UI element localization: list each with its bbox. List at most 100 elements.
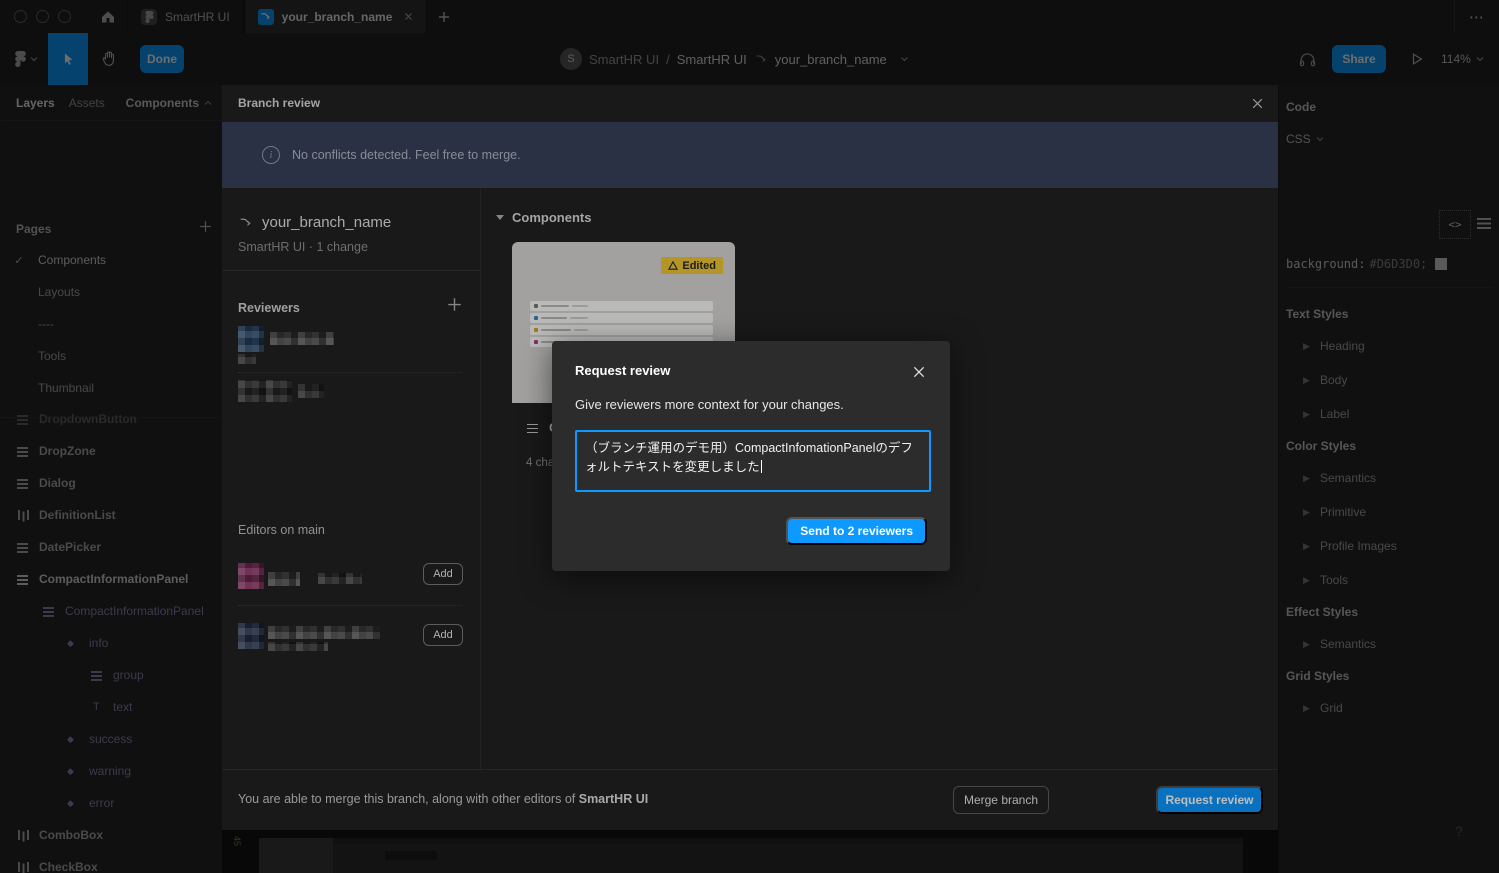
code-language-value: CSS — [1286, 132, 1311, 146]
hand-tool-button[interactable] — [90, 33, 128, 85]
breadcrumb-branch[interactable]: your_branch_name — [775, 52, 887, 67]
add-editor-button[interactable]: Add — [423, 624, 463, 646]
move-tool-button[interactable] — [48, 33, 88, 85]
page-indicator[interactable]: Components — [126, 96, 222, 110]
window-close-button[interactable] — [14, 10, 27, 23]
color-style-semantics[interactable]: ▶Semantics — [1303, 471, 1376, 485]
editor-avatar — [238, 623, 264, 649]
breadcrumb-project[interactable]: SmartHR UI — [589, 52, 659, 67]
file-tab-branch[interactable]: your_branch_name — [244, 0, 428, 33]
layer-name: CheckBox — [39, 860, 98, 873]
code-list-icon[interactable] — [1477, 217, 1491, 229]
request-review-dialog: Request review Give reviewers more conte… — [552, 341, 950, 571]
text-style-label[interactable]: ▶Label — [1303, 407, 1349, 421]
layer-name: success — [89, 732, 132, 746]
color-swatch[interactable] — [1435, 258, 1447, 270]
layer-variant-info[interactable]: info — [0, 627, 222, 659]
layer-compactinformationpanel[interactable]: CompactInformationPanel — [0, 563, 222, 595]
file-breadcrumb: S SmartHR UI / SmartHR UI your_branch_na… — [560, 33, 909, 85]
style-name: Grid — [1320, 701, 1343, 715]
layer-checkbox[interactable]: CheckBox — [0, 851, 222, 873]
review-comment-textarea[interactable]: （ブランチ運用のデモ用）CompactInfomationPanelのデフォルト… — [575, 430, 931, 492]
close-icon[interactable] — [1249, 95, 1266, 112]
warning-dot — [534, 328, 538, 332]
merge-branch-button[interactable]: Merge branch — [953, 786, 1049, 814]
tab-layers[interactable]: Layers — [0, 96, 55, 110]
layer-variant-warning[interactable]: warning — [0, 755, 222, 787]
layer-combobox[interactable]: ComboBox — [0, 819, 222, 851]
code-header: Code — [1286, 100, 1316, 114]
new-tab-button[interactable] — [427, 0, 461, 33]
layer-datepicker[interactable]: DatePicker — [0, 531, 222, 563]
help-button[interactable]: ? — [1455, 823, 1463, 839]
color-style-profile-images[interactable]: ▶Profile Images — [1303, 539, 1397, 553]
add-editor-button[interactable]: Add — [423, 563, 463, 585]
layer-group[interactable]: group — [0, 659, 222, 691]
page-item-layouts[interactable]: Layouts — [0, 276, 222, 308]
huddle-button[interactable] — [1290, 33, 1324, 85]
page-item-divider[interactable]: ---- — [0, 308, 222, 340]
tab-close-icon[interactable] — [404, 12, 413, 21]
page-item-tools[interactable]: Tools — [0, 340, 222, 372]
layer-dropdownbutton[interactable]: DropdownButton — [0, 403, 222, 435]
canvas[interactable]: 45 — [222, 830, 1278, 873]
chevron-right-icon: ▶ — [1303, 341, 1311, 352]
share-button[interactable]: Share — [1332, 45, 1386, 73]
effect-style-semantics[interactable]: ▶Semantics — [1303, 637, 1376, 651]
home-button[interactable] — [89, 0, 127, 33]
add-page-button[interactable] — [199, 220, 212, 233]
figma-logo-icon — [15, 51, 26, 67]
page-name: Components — [38, 253, 106, 267]
grid-style-grid[interactable]: ▶Grid — [1303, 701, 1343, 715]
tab-label: SmartHR UI — [165, 10, 230, 24]
css-code-line[interactable]: background: #D6D3D0; — [1286, 257, 1447, 271]
layer-dropzone[interactable]: DropZone — [0, 435, 222, 467]
code-view-toggle[interactable]: <> — [1439, 210, 1471, 239]
layer-variant-success[interactable]: success — [0, 723, 222, 755]
branch-review-title: Branch review — [222, 96, 320, 110]
text-style-heading[interactable]: ▶Heading — [1303, 339, 1365, 353]
style-name: Primitive — [1320, 505, 1366, 519]
request-review-button[interactable]: Request review — [1156, 786, 1263, 814]
window-overflow-menu[interactable]: ⋯ — [1454, 0, 1499, 33]
layer-text[interactable]: text — [0, 691, 222, 723]
layer-definitionlist[interactable]: DefinitionList — [0, 499, 222, 531]
layer-name: CompactInformationPanel — [65, 604, 204, 618]
color-style-primitive[interactable]: ▶Primitive — [1303, 505, 1366, 519]
components-section-header[interactable]: Components — [496, 210, 591, 225]
chevron-down-icon[interactable] — [900, 56, 909, 62]
tab-assets[interactable]: Assets — [55, 96, 105, 110]
present-button[interactable] — [1402, 33, 1432, 85]
divider — [222, 270, 480, 271]
send-to-reviewers-button[interactable]: Send to 2 reviewers — [786, 517, 927, 545]
window-minimize-button[interactable] — [36, 10, 49, 23]
layer-compactinformationpanel-variant[interactable]: CompactInformationPanel — [0, 595, 222, 627]
variant-icon — [66, 732, 80, 746]
layer-name: DropZone — [39, 444, 96, 458]
reviewer-name-redacted — [298, 384, 324, 398]
reviewer-avatar — [238, 326, 264, 352]
org-avatar[interactable]: S — [560, 48, 582, 70]
footer-file-name: SmartHR UI — [579, 792, 648, 806]
zoom-menu[interactable]: 114% — [1441, 33, 1484, 85]
hand-icon — [100, 50, 118, 68]
reviewer-meta-redacted — [238, 354, 256, 364]
file-tab-smarthr-ui[interactable]: SmartHR UI — [127, 0, 244, 33]
breadcrumb-file[interactable]: SmartHR UI — [677, 52, 747, 67]
text-icon — [90, 700, 104, 714]
code-language-select[interactable]: CSS — [1286, 132, 1324, 146]
color-style-tools[interactable]: ▶Tools — [1303, 573, 1348, 587]
text-styles-header: Text Styles — [1286, 307, 1348, 321]
text-style-body[interactable]: ▶Body — [1303, 373, 1347, 387]
layer-variant-error[interactable]: error — [0, 787, 222, 819]
layer-name: info — [89, 636, 108, 650]
component-set-icon — [526, 421, 540, 435]
page-item-thumbnail[interactable]: Thumbnail — [0, 372, 222, 404]
window-zoom-button[interactable] — [58, 10, 71, 23]
close-icon[interactable] — [910, 363, 928, 381]
page-item-components[interactable]: ✓Components — [0, 244, 222, 276]
main-menu-button[interactable] — [8, 33, 44, 85]
add-reviewer-button[interactable] — [447, 297, 462, 312]
layer-dialog[interactable]: Dialog — [0, 467, 222, 499]
done-button[interactable]: Done — [140, 45, 184, 73]
